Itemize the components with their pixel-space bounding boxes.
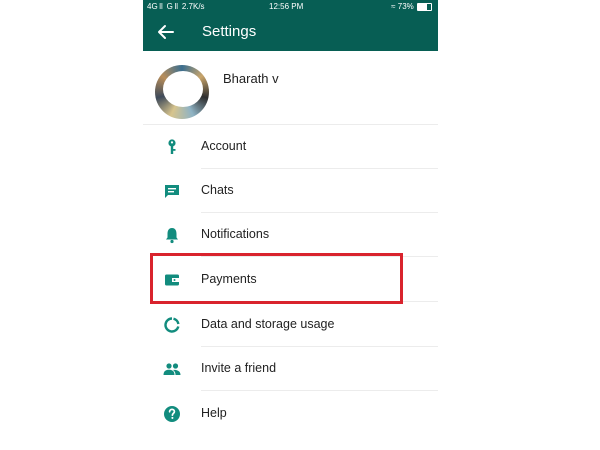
settings-item-label: Data and storage usage	[201, 317, 335, 331]
settings-item-help[interactable]: Help	[143, 392, 438, 436]
people-icon	[163, 363, 181, 375]
status-right: ≈ 73%	[391, 0, 432, 13]
settings-item-chats[interactable]: Chats	[143, 169, 438, 213]
settings-item-notifications[interactable]: Notifications	[143, 213, 438, 257]
settings-item-account[interactable]: Account	[143, 125, 438, 169]
settings-item-label: Invite a friend	[201, 361, 277, 375]
profile-name: Bharath ᴠ	[223, 71, 279, 86]
settings-item-label: Account	[201, 139, 247, 153]
profile-row[interactable]: Bharath ᴠ	[143, 51, 438, 124]
battery-icon	[417, 2, 432, 11]
settings-item-label: Chats	[201, 183, 234, 197]
back-arrow-icon	[158, 25, 174, 39]
help-icon	[164, 406, 180, 422]
battery-percent: 73%	[397, 2, 414, 11]
settings-item-data-storage[interactable]: Data and storage usage	[143, 303, 438, 347]
data-usage-icon	[164, 317, 180, 333]
app-bar: Settings	[143, 13, 438, 51]
wifi-icon: ≈	[391, 2, 396, 11]
avatar[interactable]	[155, 65, 209, 119]
phone-screen: 4G ll G ll 2.7K/s 12:56 PM ≈ 73% Setting…	[143, 0, 438, 450]
status-time: 12:56 PM	[269, 2, 304, 11]
bell-icon	[166, 228, 178, 244]
key-icon	[168, 139, 176, 154]
status-bar: 4G ll G ll 2.7K/s 12:56 PM ≈ 73%	[143, 0, 438, 13]
settings-item-label: Notifications	[201, 227, 270, 241]
highlight-box	[150, 253, 403, 304]
page-title: Settings	[202, 23, 257, 40]
settings-item-label: Help	[201, 406, 227, 420]
back-button[interactable]	[155, 22, 177, 42]
chat-icon	[165, 185, 179, 198]
network-status: 4G ll G ll 2.7K/s	[147, 2, 205, 11]
divider	[201, 390, 438, 391]
settings-item-invite[interactable]: Invite a friend	[143, 347, 438, 391]
battery-fill	[418, 3, 428, 10]
